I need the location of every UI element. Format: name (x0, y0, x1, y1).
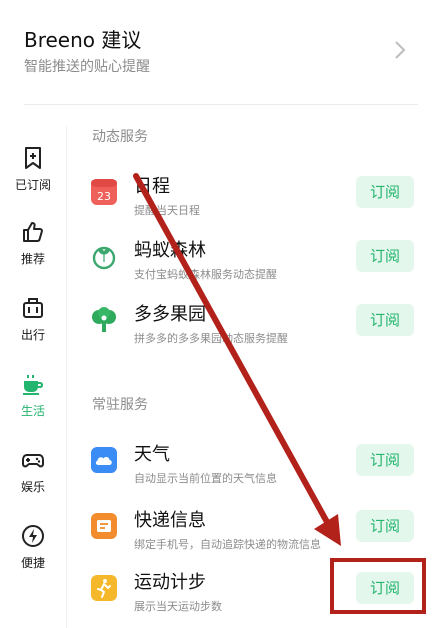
sidebar-item-life[interactable]: 生活 (0, 372, 66, 434)
chevron-right-icon[interactable] (393, 40, 407, 60)
sidebar-item-travel[interactable]: 出行 (0, 296, 66, 358)
category-sidebar: 已订阅 推荐 出行 生活 娱乐 便捷 (0, 108, 66, 628)
package-icon (91, 513, 117, 539)
service-item-calendar[interactable]: 23 日程 提醒当天日程 订阅 (90, 172, 430, 228)
sidebar-item-label: 娱乐 (20, 480, 45, 494)
service-desc: 支付宝蚂蚁森林服务动态提醒 (134, 268, 277, 281)
lightning-icon (22, 525, 44, 547)
sidebar-item-label: 生活 (20, 404, 45, 418)
subscribe-button[interactable]: 订阅 (356, 444, 414, 476)
sidebar-item-label: 便捷 (20, 556, 45, 570)
service-desc: 展示当天运动步数 (134, 600, 222, 613)
sidebar-item-recommend[interactable]: 推荐 (0, 220, 66, 282)
section-title-dynamic: 动态服务 (92, 129, 148, 145)
subscribe-button[interactable]: 订阅 (356, 510, 414, 542)
bookmark-plus-icon (25, 147, 41, 169)
service-desc: 绑定手机号，自动追踪快递的物流信息 (134, 538, 321, 551)
tree-icon (92, 307, 116, 332)
service-name: 多多果园 (134, 304, 206, 325)
thumbs-up-icon (23, 222, 43, 242)
header-subtitle: 智能推送的贴心提醒 (24, 59, 150, 75)
service-desc: 拼多多的多多果园动态服务提醒 (134, 332, 288, 345)
service-name: 日程 (134, 176, 170, 197)
sidebar-item-entertainment[interactable]: 娱乐 (0, 448, 66, 510)
subscribe-button[interactable]: 订阅 (356, 240, 414, 272)
service-item-duoduo-orchard[interactable]: 多多果园 拼多多的多多果园动态服务提醒 订阅 (90, 300, 430, 356)
service-name: 蚂蚁森林 (134, 240, 206, 261)
sidebar-item-subscribed[interactable]: 已订阅 (0, 146, 66, 208)
service-desc: 自动显示当前位置的天气信息 (134, 472, 277, 485)
running-icon (91, 575, 117, 601)
service-item-weather[interactable]: 天气 自动显示当前位置的天气信息 订阅 (90, 440, 430, 496)
sprout-icon (92, 246, 116, 270)
luggage-icon (23, 298, 43, 318)
sidebar-item-label: 出行 (20, 328, 45, 342)
sidebar-item-convenience[interactable]: 便捷 (0, 524, 66, 586)
weather-cloud-icon (91, 447, 117, 473)
service-desc: 提醒当天日程 (134, 204, 200, 217)
service-name: 快递信息 (134, 510, 206, 531)
sidebar-divider (66, 126, 67, 628)
sidebar-item-label: 推荐 (20, 252, 45, 266)
section-title-resident: 常驻服务 (92, 397, 148, 413)
coffee-cup-icon (23, 375, 44, 395)
sidebar-item-label: 已订阅 (14, 178, 51, 192)
subscribe-button[interactable]: 订阅 (356, 176, 414, 208)
gamepad-icon (22, 454, 44, 468)
annotation-highlight-box (330, 558, 426, 614)
subscribe-button[interactable]: 订阅 (356, 304, 414, 336)
service-item-express[interactable]: 快递信息 绑定手机号，自动追踪快递的物流信息 订阅 (90, 506, 430, 562)
calendar-icon: 23 (91, 179, 117, 205)
breeno-suggestion-header[interactable]: Breeno 建议 智能推送的贴心提醒 (0, 0, 442, 108)
service-item-ant-forest[interactable]: 蚂蚁森林 支付宝蚂蚁森林服务动态提醒 订阅 (90, 236, 430, 292)
service-name: 运动计步 (134, 572, 206, 593)
header-divider (24, 104, 418, 105)
service-name: 天气 (134, 444, 170, 465)
header-title: Breeno 建议 (24, 28, 142, 52)
calendar-date: 23 (97, 190, 111, 203)
